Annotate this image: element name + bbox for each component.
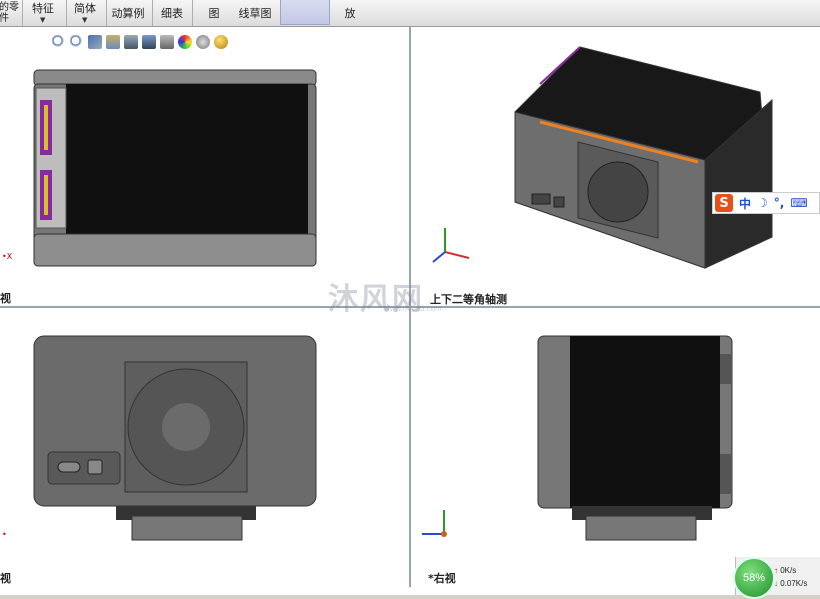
axis-triad-icon [432,228,470,263]
toolbar-item-sketch[interactable]: 线草图 [234,0,276,26]
download-speed: ↓ 0.07K/s [774,579,807,588]
view-label-bottom-left: 视 [0,572,11,585]
toolbar-item-study[interactable]: 动算例 [108,0,148,26]
command-manager-toolbar: 的零 件 特征 ▼ 简体 ▼ 动算例 细表 图 线草图 放 [0,0,820,27]
view-label-top-left: 视 [0,292,11,305]
ime-punct-icon[interactable]: °, [774,196,785,210]
download-value: 0.07K/s [780,579,808,588]
toolbar-item-active[interactable] [280,0,330,25]
ime-language-toggle[interactable]: 中 [739,195,751,212]
simplify-dropdown-icon[interactable]: ▼ [82,16,87,24]
toolbar-separator [22,0,23,26]
upload-speed: ↑ 0K/s [774,566,796,575]
toolbar-separator [192,0,193,26]
axis-triad-icon-2 [422,510,447,537]
toolbar-item-zoom[interactable]: 放 [340,0,360,26]
zoom-area-icon[interactable] [70,35,84,49]
toolbar-separator [66,0,67,26]
right-view-model[interactable] [536,334,736,544]
view-label-bottom-right: *右视 [428,572,456,585]
upload-value: 0K/s [780,566,797,575]
isometric-view-model[interactable] [510,42,780,272]
toolbar-item-drawing[interactable]: 图 [204,0,224,26]
display-style-icon[interactable] [142,35,156,49]
heads-up-view-toolbar [52,33,228,51]
cpu-gauge[interactable]: 58% [733,557,775,599]
toolbar-separator [152,0,153,26]
ime-moon-icon[interactable]: ☽ [757,196,768,210]
render-icon[interactable] [214,35,228,49]
axis-x-label-2: • [2,530,7,539]
toolbar-separator [106,0,107,26]
front-view-model[interactable] [0,60,330,270]
hide-show-icon[interactable] [160,35,174,49]
upload-arrow-icon: ↑ [774,566,778,575]
toolbar-item-part[interactable]: 的零 件 [0,0,19,26]
section-view-icon[interactable] [106,35,120,49]
watermark-url: www.mfcad.com [384,305,442,313]
download-arrow-icon: ↓ [774,579,778,588]
scene-icon[interactable] [196,35,210,49]
axis-x-label: •X [2,252,13,261]
features-dropdown-icon[interactable]: ▼ [40,16,45,24]
back-view-model[interactable] [0,334,330,549]
zoom-to-fit-icon[interactable] [52,35,66,49]
view-orientation-icon[interactable] [124,35,138,49]
appearance-icon[interactable] [178,35,192,49]
ime-logo-icon[interactable]: S [715,194,733,212]
toolbar-item-table[interactable]: 细表 [156,0,188,26]
ime-toolbar[interactable]: S 中 ☽ °, ⌨ [712,192,820,214]
ime-keyboard-icon[interactable]: ⌨ [790,196,807,210]
previous-view-icon[interactable] [88,35,102,49]
